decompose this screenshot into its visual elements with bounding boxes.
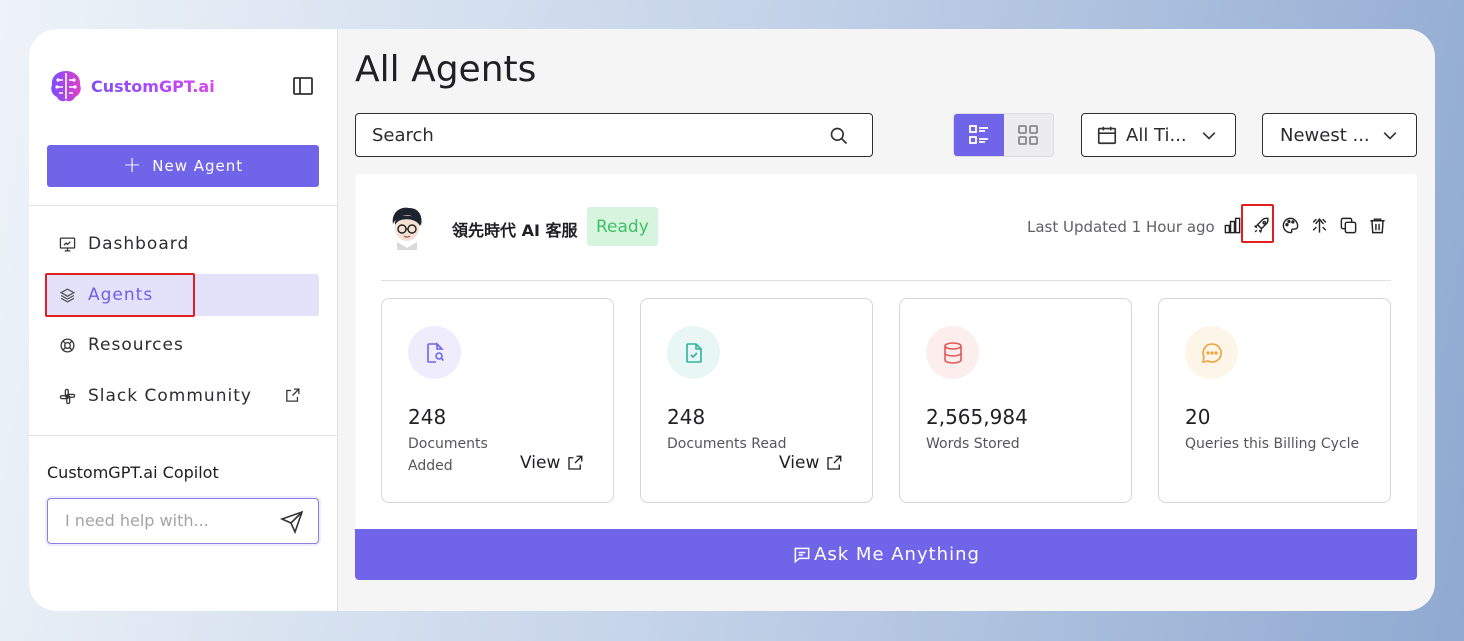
agent-actions (1223, 204, 1387, 243)
status-badge: Ready (587, 207, 658, 246)
chevron-down-icon (1383, 132, 1397, 140)
database-icon (943, 341, 962, 364)
new-agent-button[interactable]: + New Agent (47, 145, 319, 187)
sort-dropdown[interactable]: Newest ... (1262, 113, 1417, 157)
chevron-down-icon (1202, 132, 1216, 140)
agent-avatar[interactable] (385, 204, 429, 250)
grid-view-icon (1018, 125, 1039, 145)
stat-icon-bg (667, 326, 720, 379)
external-link-icon (827, 455, 842, 470)
stat-queries: 20 Queries this Billing Cycle (1158, 298, 1391, 503)
stat-documents-read: 248 Documents Read View (640, 298, 873, 503)
sidebar-item-agents[interactable]: Agents (47, 274, 319, 316)
search-input[interactable] (372, 125, 812, 146)
agent-card: 領先時代 AI 客服 Ready Last Updated 1 Hour ago (355, 174, 1417, 580)
sidebar-item-label: Agents (88, 285, 154, 305)
copilot-input-box (47, 498, 319, 544)
plus-icon: + (122, 153, 143, 178)
sidebar-toggle-icon[interactable] (291, 74, 315, 98)
share-button[interactable] (1310, 216, 1329, 235)
document-check-icon (685, 342, 702, 363)
share-icon (1312, 218, 1327, 233)
view-link-label: View (779, 453, 820, 473)
card-divider (381, 280, 1391, 281)
sort-value: Newest ... (1280, 124, 1370, 146)
chat-icon (1201, 342, 1222, 363)
sidebar-item-label: Dashboard (88, 234, 190, 254)
stat-label: Queries this Billing Cycle (1185, 436, 1360, 452)
sidebar-item-label: Resources (88, 335, 184, 355)
date-filter-value: All Ti... (1126, 124, 1187, 146)
stat-icon-bg (408, 326, 461, 379)
logo[interactable]: CustomGPT.ai (47, 67, 215, 105)
stat-value: 20 (1185, 405, 1211, 429)
external-link-icon (568, 455, 583, 470)
sidebar-divider (29, 435, 338, 436)
sidebar: CustomGPT.ai + New Agent Dashboard Agent… (29, 29, 338, 611)
list-view-button[interactable] (954, 114, 1004, 156)
document-search-icon (426, 341, 444, 363)
send-icon[interactable] (280, 510, 304, 534)
ask-me-anything-button[interactable]: Ask Me Anything (355, 529, 1417, 580)
rocket-icon (1253, 217, 1269, 234)
stat-label: Documents Added (408, 436, 488, 474)
grid-view-button[interactable] (1003, 114, 1053, 156)
new-agent-label: New Agent (152, 157, 244, 175)
stat-documents-added: 248 Documents Added View (381, 298, 614, 503)
analytics-button[interactable] (1223, 216, 1242, 235)
view-toggle (953, 113, 1054, 157)
view-documents-read-link[interactable]: View (779, 453, 843, 473)
brand-name: CustomGPT.ai (91, 76, 215, 96)
calendar-icon (1097, 126, 1117, 145)
search-box (355, 113, 873, 157)
copilot-input[interactable] (65, 511, 265, 530)
date-filter-dropdown[interactable]: All Ti... (1081, 113, 1236, 157)
sidebar-item-slack-community[interactable]: Slack Community (47, 375, 319, 417)
sidebar-divider (29, 205, 338, 206)
view-link-label: View (520, 453, 561, 473)
bar-chart-icon (1224, 217, 1241, 234)
agent-name[interactable]: 領先時代 AI 客服 (452, 217, 577, 241)
chat-bubble-icon (794, 547, 810, 563)
slack-icon (59, 388, 76, 404)
sidebar-item-label: Slack Community (88, 386, 252, 406)
stat-words-stored: 2,565,984 Words Stored (899, 298, 1132, 503)
layers-icon (59, 287, 76, 303)
copilot-title: CustomGPT.ai Copilot (47, 463, 219, 482)
view-documents-added-link[interactable]: View (520, 453, 584, 473)
search-icon[interactable] (829, 126, 849, 146)
stat-label: Words Stored (926, 436, 1020, 452)
trash-icon (1370, 218, 1385, 234)
delete-button[interactable] (1368, 216, 1387, 235)
stat-value: 2,565,984 (926, 405, 1028, 429)
lifebuoy-icon (60, 337, 75, 353)
monitor-icon (59, 236, 76, 252)
sidebar-item-resources[interactable]: Resources (47, 324, 319, 366)
brain-logo-icon (51, 71, 81, 102)
stat-value: 248 (408, 405, 447, 429)
stat-icon-bg (1185, 326, 1238, 379)
app-window: CustomGPT.ai + New Agent Dashboard Agent… (29, 29, 1435, 611)
stat-label: Documents Read (667, 436, 787, 452)
main-content: All Agents All Ti... Newest ... (338, 29, 1435, 611)
personalize-button[interactable] (1281, 216, 1300, 235)
palette-icon (1282, 217, 1299, 234)
list-view-icon (968, 125, 988, 144)
page-title: All Agents (355, 49, 537, 90)
last-updated-text: Last Updated 1 Hour ago (1027, 218, 1215, 236)
sidebar-item-dashboard[interactable]: Dashboard (47, 223, 319, 265)
duplicate-button[interactable] (1339, 216, 1358, 235)
external-link-icon (286, 388, 300, 402)
deploy-button[interactable] (1241, 204, 1274, 243)
stat-icon-bg (926, 326, 979, 379)
copy-icon (1340, 217, 1357, 234)
stat-value: 248 (667, 405, 706, 429)
ask-label: Ask Me Anything (814, 544, 980, 565)
